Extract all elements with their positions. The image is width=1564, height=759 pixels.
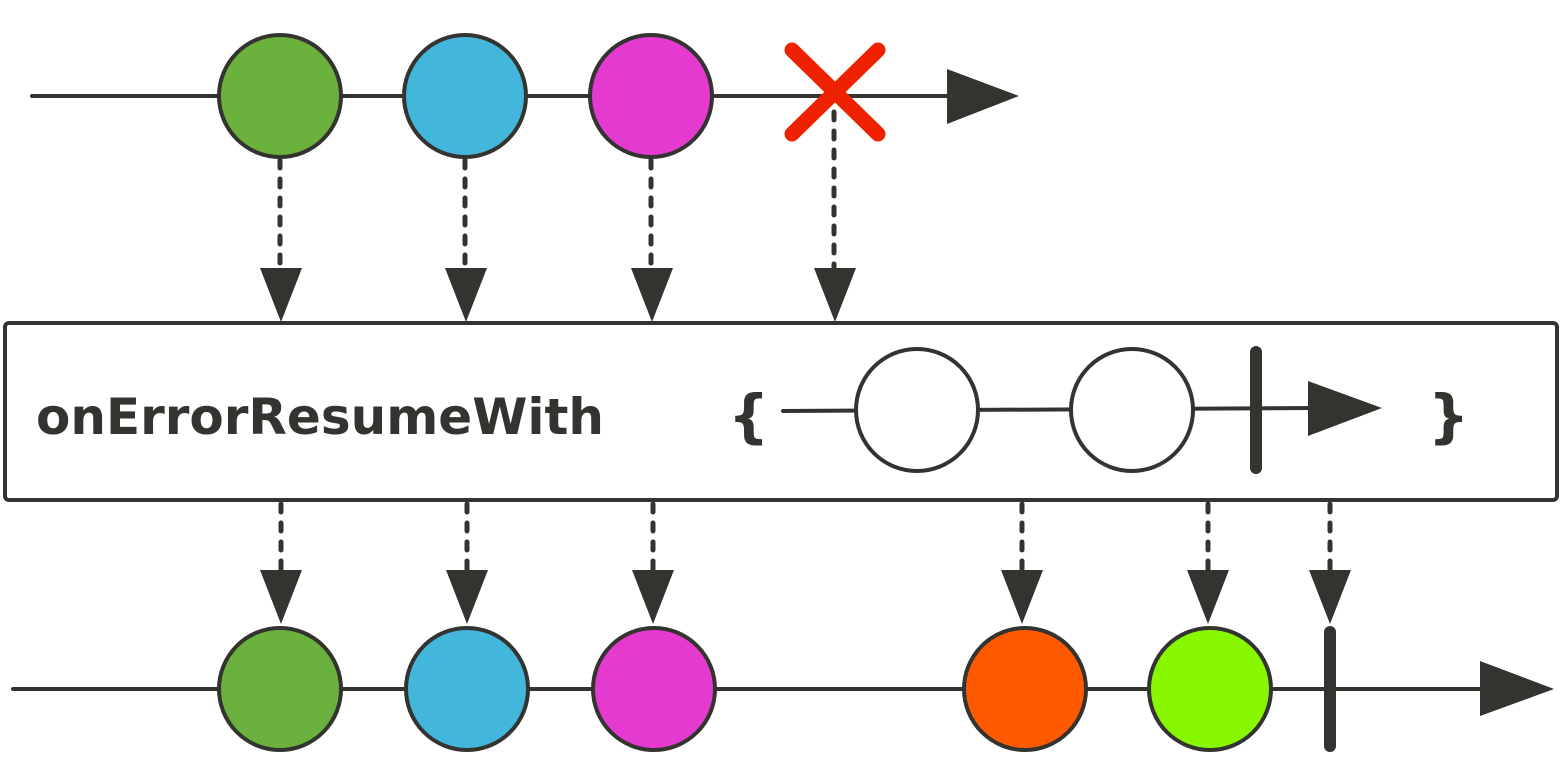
input-arrow-error <box>814 109 856 322</box>
result-marble-magenta <box>591 626 717 752</box>
source-timeline-arrowhead <box>947 69 1019 124</box>
result-timeline <box>11 626 1554 752</box>
operator-close-brace: } <box>1428 382 1469 450</box>
input-arrow <box>631 157 673 322</box>
input-arrow <box>445 157 487 322</box>
result-marble-orange <box>962 626 1088 752</box>
result-timeline-arrowhead <box>1480 661 1554 716</box>
operator-open-brace: { <box>728 382 769 450</box>
input-arrow <box>260 157 302 322</box>
operator-name: onErrorResumeWith <box>36 388 604 446</box>
result-marble-green <box>217 626 343 752</box>
output-arrow <box>1309 501 1351 624</box>
source-marble-green <box>217 33 343 159</box>
input-arrows <box>260 109 856 322</box>
output-arrow <box>632 501 674 624</box>
source-timeline <box>30 33 1019 159</box>
source-marble-magenta <box>588 33 714 159</box>
marble-diagram: onErrorResumeWith { } <box>3 33 1559 752</box>
output-arrow <box>1001 501 1043 624</box>
result-marble-blue <box>404 626 530 752</box>
result-marble-lime <box>1147 626 1273 752</box>
source-marble-blue <box>402 33 528 159</box>
operator-box: onErrorResumeWith { } <box>3 321 1559 502</box>
output-arrow <box>260 501 302 624</box>
output-arrows <box>260 501 1351 624</box>
fallback-marble <box>1069 347 1195 473</box>
output-arrow <box>446 501 488 624</box>
fallback-marble <box>854 347 980 473</box>
output-arrow <box>1187 501 1229 624</box>
